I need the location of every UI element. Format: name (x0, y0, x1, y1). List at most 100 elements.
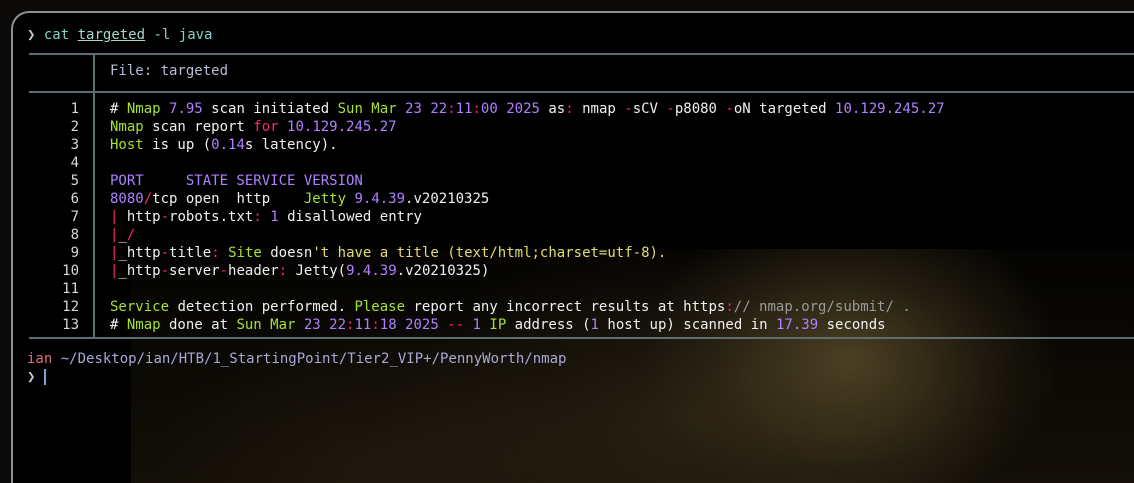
code-token: - (160, 245, 170, 261)
code-token: 00 2025 (480, 101, 540, 117)
code-token: 1 (270, 209, 279, 225)
code-token: - (160, 263, 170, 279)
prompt-arrow-icon: ❯ (27, 27, 36, 43)
file-header-label: File: (110, 63, 161, 79)
code-token: address ( (506, 317, 591, 333)
code-line: |_/ (110, 226, 135, 244)
code-token: Sun Mar (236, 317, 304, 333)
line-number: 9 (70, 245, 79, 261)
line-number: 7 (70, 209, 79, 225)
code-token: 10.129.245.27 (835, 101, 945, 117)
code-token: : (253, 209, 262, 225)
code-line: Host is up (0.14s latency). (110, 136, 338, 154)
line-number: 11 (62, 281, 79, 297)
code-token: Host (110, 137, 144, 153)
code-line: |_http-title: Site doesn't have a title … (110, 244, 666, 262)
command-flags: -l java (153, 27, 213, 43)
code-token: _http (118, 263, 161, 279)
code-token: 7.95 (169, 101, 203, 117)
code-line: Service detection performed. Please repo… (110, 298, 911, 316)
code-token: 23 22 (303, 317, 347, 333)
code-token: 11 (455, 101, 473, 117)
code-token: scan initiated (202, 101, 338, 117)
code-token: header (228, 263, 279, 279)
code-token: - (725, 101, 734, 117)
code-token: Nmap (126, 101, 161, 117)
command-name: cat (43, 27, 70, 43)
text-cursor (43, 369, 46, 385)
terminal-window[interactable]: ❯ cat targeted -l java File: targeted 1 2… (11, 11, 1134, 483)
code-token: : (725, 299, 734, 315)
code-token: : (472, 101, 481, 117)
line-number: 3 (70, 137, 79, 153)
code-token: sCV (632, 101, 667, 117)
command-line: ❯ cat targeted -l java (27, 26, 213, 44)
shell-input-line[interactable]: ❯ (27, 368, 46, 386)
code-token: disallowed entry (278, 209, 422, 225)
code-token: http (118, 209, 161, 225)
file-header: File: targeted (110, 62, 228, 80)
code-token: / (143, 191, 153, 207)
code-token: - (219, 263, 229, 279)
code-token: # (110, 101, 127, 117)
prompt-user: ian (27, 351, 53, 367)
code-token: 0.14 (211, 137, 245, 153)
code-token: _http (118, 245, 161, 261)
code-token: 17.39 (776, 317, 819, 333)
code-token: title (169, 245, 212, 261)
code-token: tcp open http (152, 191, 304, 207)
code-token: as (539, 101, 566, 117)
code-token: Nmap (126, 317, 161, 333)
line-number: 10 (62, 263, 79, 279)
code-token: report any incorrect results at https (405, 299, 726, 315)
code-token: oN targeted (733, 101, 836, 117)
line-number: 1 (70, 101, 79, 117)
header-bottom-divider (29, 91, 1134, 93)
command-argument: targeted (77, 27, 146, 43)
code-token: 10.129.245.27 (287, 119, 397, 135)
code-token: : (371, 317, 380, 333)
line-number: 4 (70, 155, 79, 171)
code-token: detection performed. (169, 299, 355, 315)
code-token: IP (489, 317, 507, 333)
code-token: // nmap.org/submit/ . (733, 299, 911, 315)
code-token: Service (110, 299, 170, 315)
code-token: seconds (818, 317, 886, 333)
code-token: - (160, 209, 170, 225)
code-line: | http-robots.txt: 1 disallowed entry (110, 208, 422, 226)
line-number: 6 (70, 191, 79, 207)
code-token: robots.txt (169, 209, 254, 225)
code-token: : (278, 263, 288, 279)
code-token: -- (447, 317, 465, 333)
code-line: # Nmap done at Sun Mar 23 22:11:18 2025 … (110, 316, 886, 334)
prompt-directory: ~/Desktop/ian/HTB/1_StartingPoint/Tier2_… (52, 351, 567, 367)
code-token: _ (118, 227, 127, 243)
code-token: Jetty (303, 191, 347, 207)
code-token: .v20210325 (405, 191, 490, 207)
code-token: server (169, 263, 220, 279)
code-token: PORT STATE SERVICE VERSION (110, 173, 363, 189)
line-number: 13 (62, 317, 79, 333)
code-token: 9.4.39 (354, 191, 406, 207)
line-number: 5 (70, 173, 79, 189)
code-token: scan report (143, 119, 254, 135)
code-token: - (666, 101, 675, 117)
code-token: 23 22 (405, 101, 448, 117)
code-token: : (565, 101, 574, 117)
gutter-divider (93, 91, 95, 337)
code-token: 9.4.39 (346, 263, 397, 279)
code-token: 11 (354, 317, 372, 333)
code-token: Nmap (110, 119, 144, 135)
code-line: Nmap scan report for 10.129.245.27 (110, 118, 397, 136)
shell-prompt-path: ian ~/Desktop/ian/HTB/1_StartingPoint/Ti… (27, 350, 566, 368)
code-token: for (253, 119, 279, 135)
code-token: / (126, 227, 136, 243)
content-bottom-divider (29, 337, 1134, 339)
code-token: 8080 (110, 191, 144, 207)
file-header-name: targeted (160, 63, 229, 79)
code-token: 't have a title (text/html;charset=utf-8… (312, 245, 667, 261)
